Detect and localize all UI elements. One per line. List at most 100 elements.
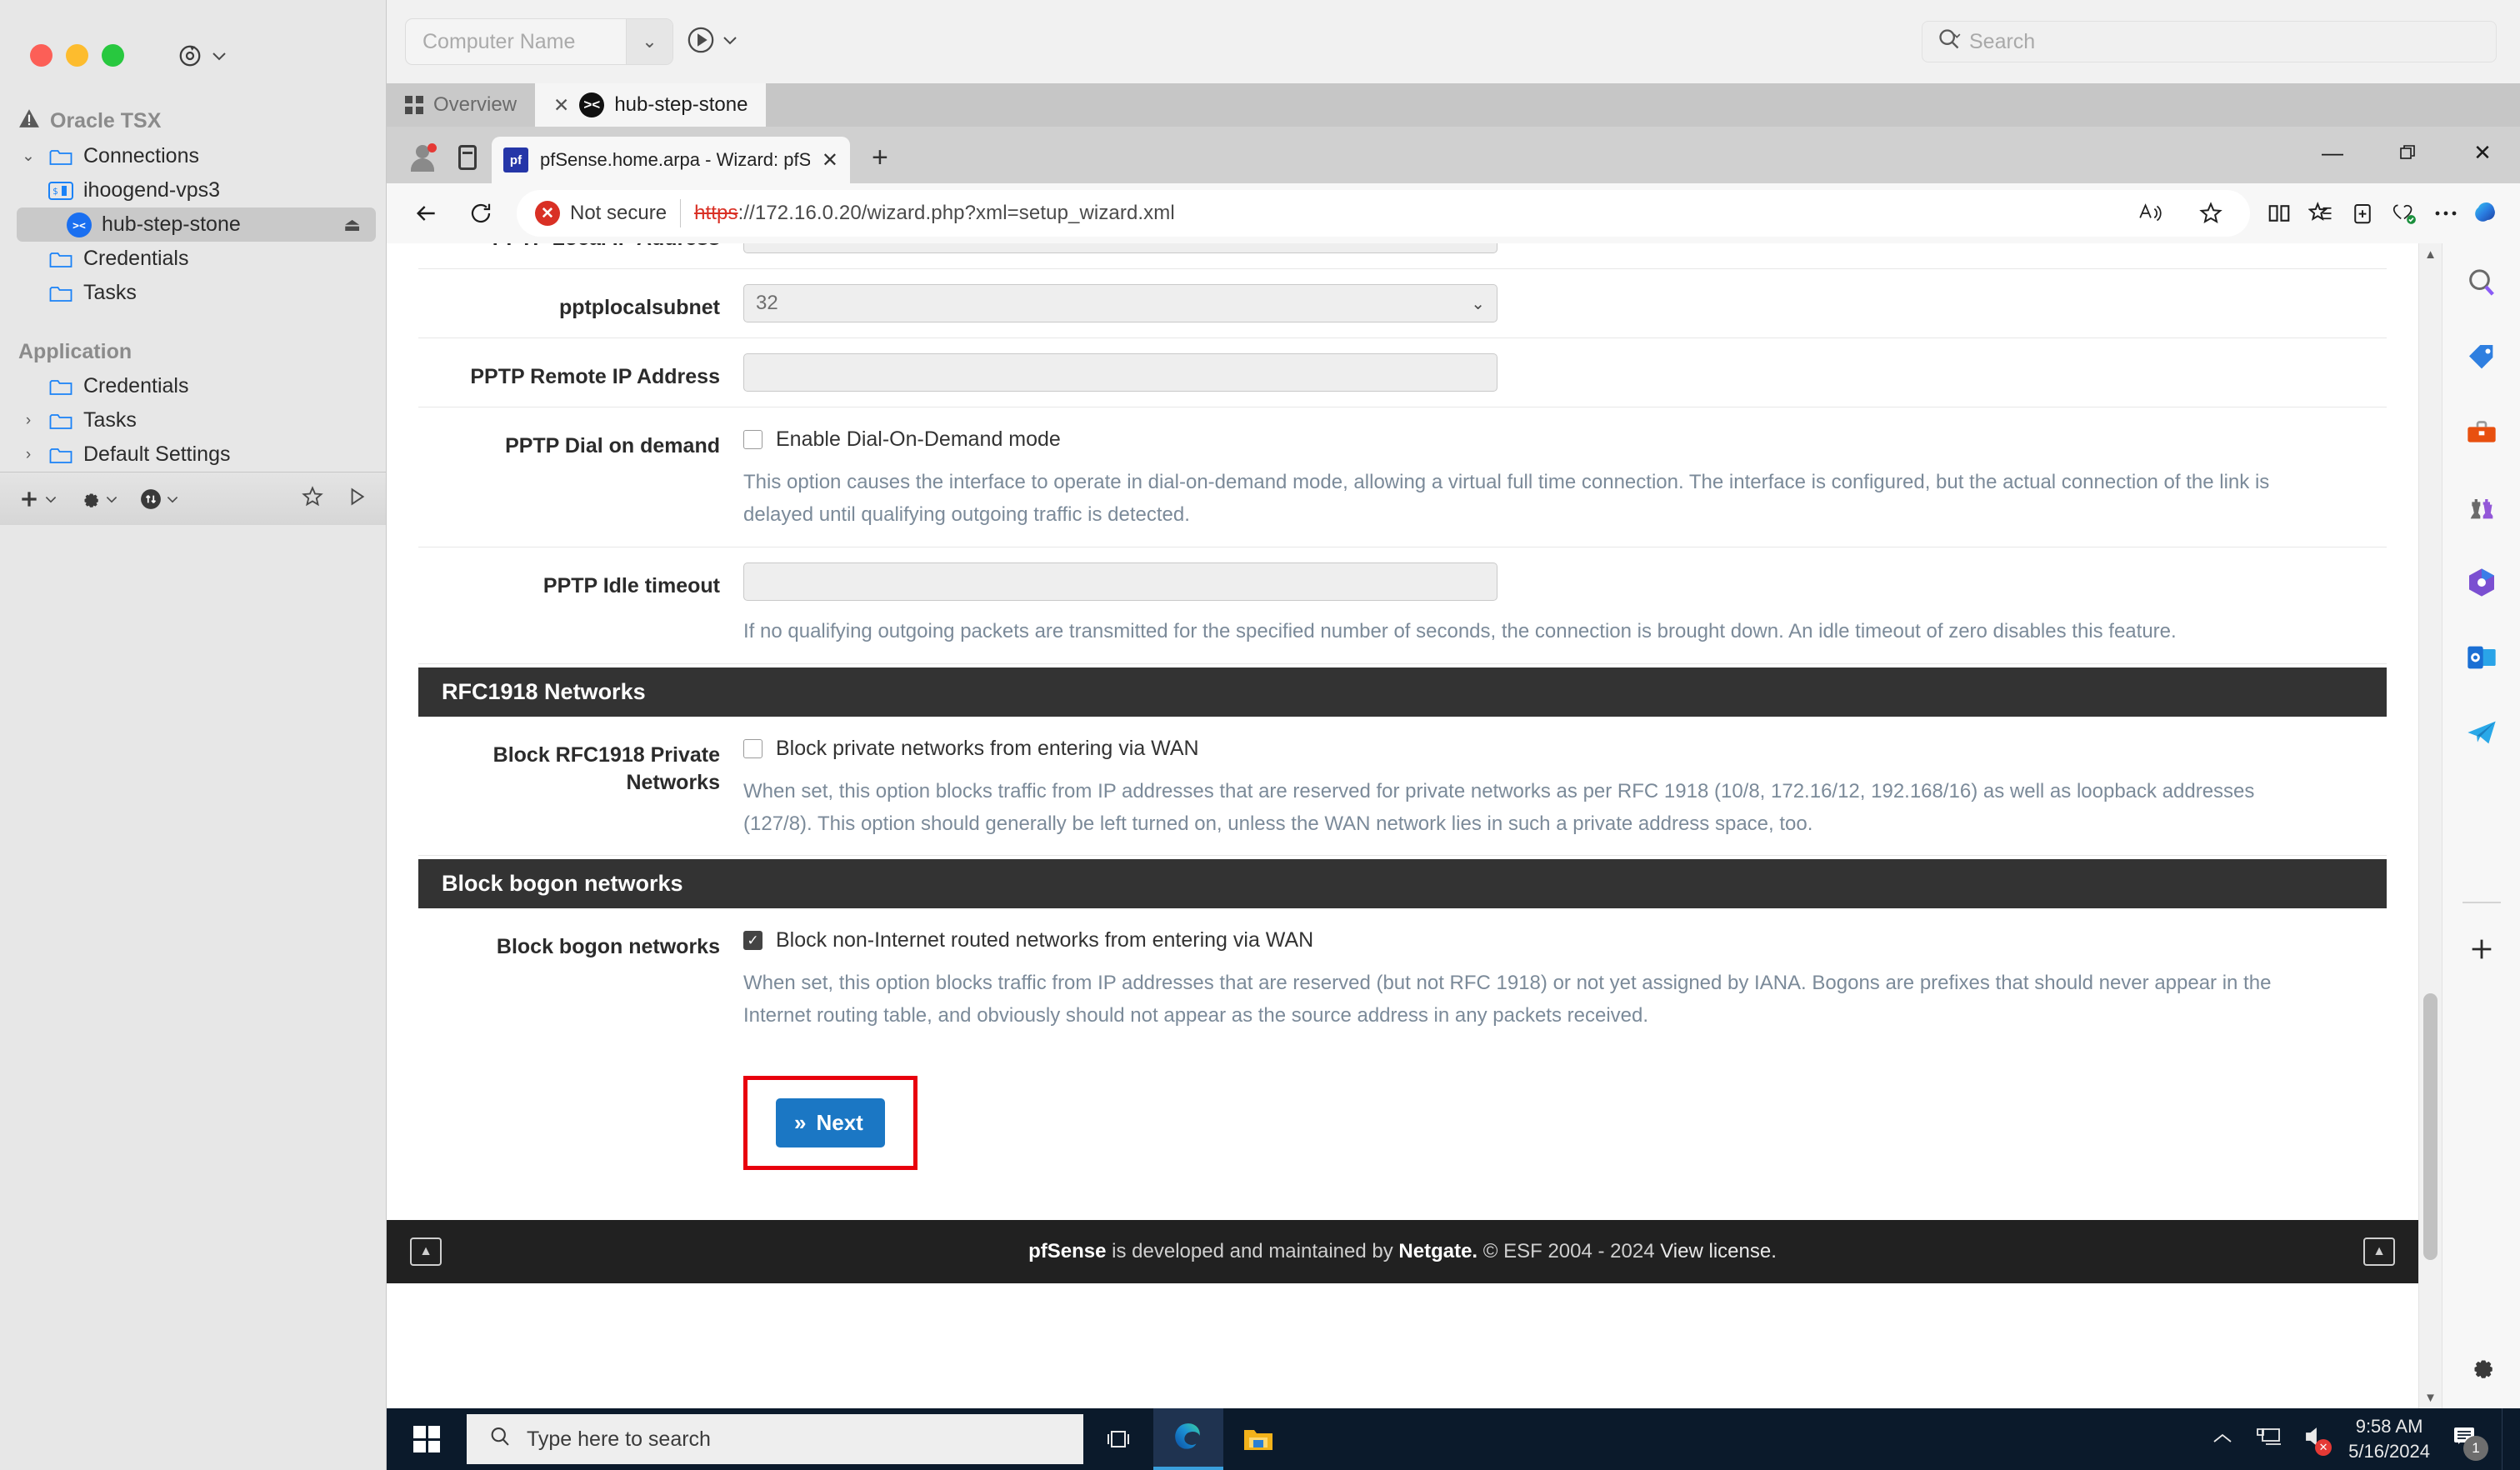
favorite-star-icon[interactable] [301,485,324,512]
footer-company: Netgate. [1398,1240,1478,1263]
vertical-tabs-icon[interactable] [458,145,477,170]
settings-gear-icon[interactable] [2459,1345,2504,1390]
add-icon[interactable] [2459,927,2504,972]
eject-icon[interactable]: ⏏ [343,214,361,236]
search-icon [488,1425,512,1454]
close-icon[interactable]: ✕ [553,94,569,117]
pptplocalsubnet-select[interactable]: 32 ⌄ [743,284,1498,322]
chevron-right-icon[interactable]: › [18,446,38,464]
scroll-up-icon[interactable]: ▲ [2419,243,2442,265]
not-secure-indicator[interactable]: ✕ Not secure [535,201,667,226]
run-button[interactable] [687,26,715,58]
telegram-icon[interactable] [2459,710,2504,755]
maximize-window-button[interactable] [102,44,124,67]
sidebar-item-credentials[interactable]: Credentials [0,242,386,276]
refresh-target-icon[interactable] [178,43,202,68]
search-input[interactable]: Search [1922,21,2497,62]
block-rfc1918-checkbox[interactable]: Block private networks from entering via… [743,732,2375,761]
close-window-button[interactable] [30,44,52,67]
address-input[interactable]: ✕ Not secure https://172.16.0.20/wizard.… [517,190,2250,237]
checkbox-box[interactable] [743,738,762,758]
pptp-local-ip-input[interactable] [743,243,1498,253]
block-bogon-checkbox[interactable]: ✓ Block non-Internet routed networks fro… [743,923,2375,952]
favorite-star-icon[interactable] [2190,192,2232,234]
outlook-icon[interactable] [2459,635,2504,680]
restore-button[interactable] [2370,127,2445,178]
computer-name-input[interactable]: Computer Name ⌄ [405,18,673,65]
taskbar-search-input[interactable]: Type here to search [467,1414,1083,1464]
clock[interactable]: 9:58 AM 5/16/2024 [2348,1414,2430,1463]
search-icon[interactable] [2459,260,2504,305]
sidebar-item-connections[interactable]: ⌄ Connections [0,139,386,173]
field-label: PPTP Dial on demand [505,434,720,458]
windows-taskbar: Type here to search ✕ 9:58 AM 5/16/2024 … [387,1408,2520,1470]
close-button[interactable]: ✕ [2445,127,2520,178]
page-scrollbar[interactable]: ▲ ▼ [2418,243,2442,1408]
tools-icon[interactable] [2459,410,2504,455]
sidebar-item-app-credentials[interactable]: Credentials [0,369,386,403]
sidebar-item-app-tasks[interactable]: › Tasks [0,403,386,438]
minimize-window-button[interactable] [66,44,88,67]
chevron-down-icon[interactable]: ⌄ [18,147,38,166]
pptp-remote-ip-input[interactable] [743,353,1498,392]
sidebar-item-tasks[interactable]: Tasks [0,276,386,310]
security-label: Not secure [570,202,668,224]
sidebar-item-ihoogend-vps3[interactable]: $ ihoogend-vps3 [0,173,386,208]
ssh-icon: >< [579,92,605,118]
show-desktop-button[interactable] [2502,1408,2507,1470]
split-screen-icon[interactable] [2258,192,2300,234]
profile-avatar-icon[interactable] [408,143,437,172]
play-icon[interactable] [346,486,368,512]
view-license-link[interactable]: View license. [1660,1240,1777,1262]
show-hidden-icons[interactable] [2212,1428,2233,1450]
transfer-button[interactable] [140,488,179,510]
sidebar-item-hub-step-stone[interactable]: >< hub-step-stone ⏏ [17,208,376,242]
tab-overview[interactable]: Overview [387,83,536,127]
close-tab-icon[interactable]: ✕ [822,148,838,172]
browser-essentials-icon[interactable] [2383,192,2425,234]
add-tab-icon[interactable] [2342,192,2383,234]
shopping-tag-icon[interactable] [2459,335,2504,380]
new-tab-button[interactable]: + [850,143,910,183]
tab-label: hub-step-stone [614,93,748,116]
collapse-left-icon[interactable]: ▲ [410,1238,442,1267]
folder-icon [47,284,75,302]
file-explorer-icon[interactable] [1223,1408,1293,1470]
scroll-down-icon[interactable]: ▼ [2419,1387,2442,1408]
checkbox-box[interactable]: ✓ [743,931,762,951]
dial-on-demand-checkbox[interactable]: Enable Dial-On-Demand mode [743,422,2375,452]
scrollbar-thumb[interactable] [2423,993,2438,1260]
chevron-down-icon[interactable] [211,50,228,62]
read-aloud-icon[interactable] [2130,192,2172,234]
refresh-button[interactable] [453,186,508,241]
browser-tab-pfsense[interactable]: pf pfSense.home.arpa - Wizard: pfS ✕ [492,137,850,183]
games-icon[interactable] [2459,485,2504,530]
settings-gear-button[interactable] [79,488,118,510]
sidebar-item-label: Default Settings [83,442,231,466]
checkbox-box[interactable] [743,430,762,449]
sidebar-item-label: hub-step-stone [102,212,241,236]
collapse-right-icon[interactable]: ▲ [2363,1238,2395,1267]
minimize-button[interactable]: — [2295,127,2370,178]
next-button[interactable]: » Next [776,1098,885,1148]
collections-icon[interactable] [2300,192,2342,234]
network-icon[interactable] [2255,1426,2282,1452]
task-view-icon[interactable] [1083,1408,1153,1470]
tab-hub-step-stone[interactable]: ✕ >< hub-step-stone [535,83,767,127]
volume-muted-icon[interactable]: ✕ [2303,1426,2332,1456]
start-button[interactable] [387,1408,467,1470]
edge-icon[interactable] [1153,1408,1223,1470]
copilot-icon[interactable] [2467,192,2508,234]
pfsense-favicon: pf [503,148,528,172]
warning-icon [18,108,40,134]
chevron-right-icon[interactable]: › [18,412,38,430]
back-button[interactable] [398,186,453,241]
notifications-icon[interactable]: 1 [2452,1424,2488,1461]
sidebar-item-default-settings[interactable]: › Default Settings [0,438,386,472]
chevron-down-icon[interactable]: ⌄ [626,19,672,64]
pptp-idle-timeout-input[interactable] [743,562,1498,601]
microsoft365-icon[interactable] [2459,560,2504,605]
chevron-down-icon[interactable] [722,34,738,50]
add-connection-button[interactable] [18,488,58,510]
more-settings-icon[interactable] [2425,192,2467,234]
